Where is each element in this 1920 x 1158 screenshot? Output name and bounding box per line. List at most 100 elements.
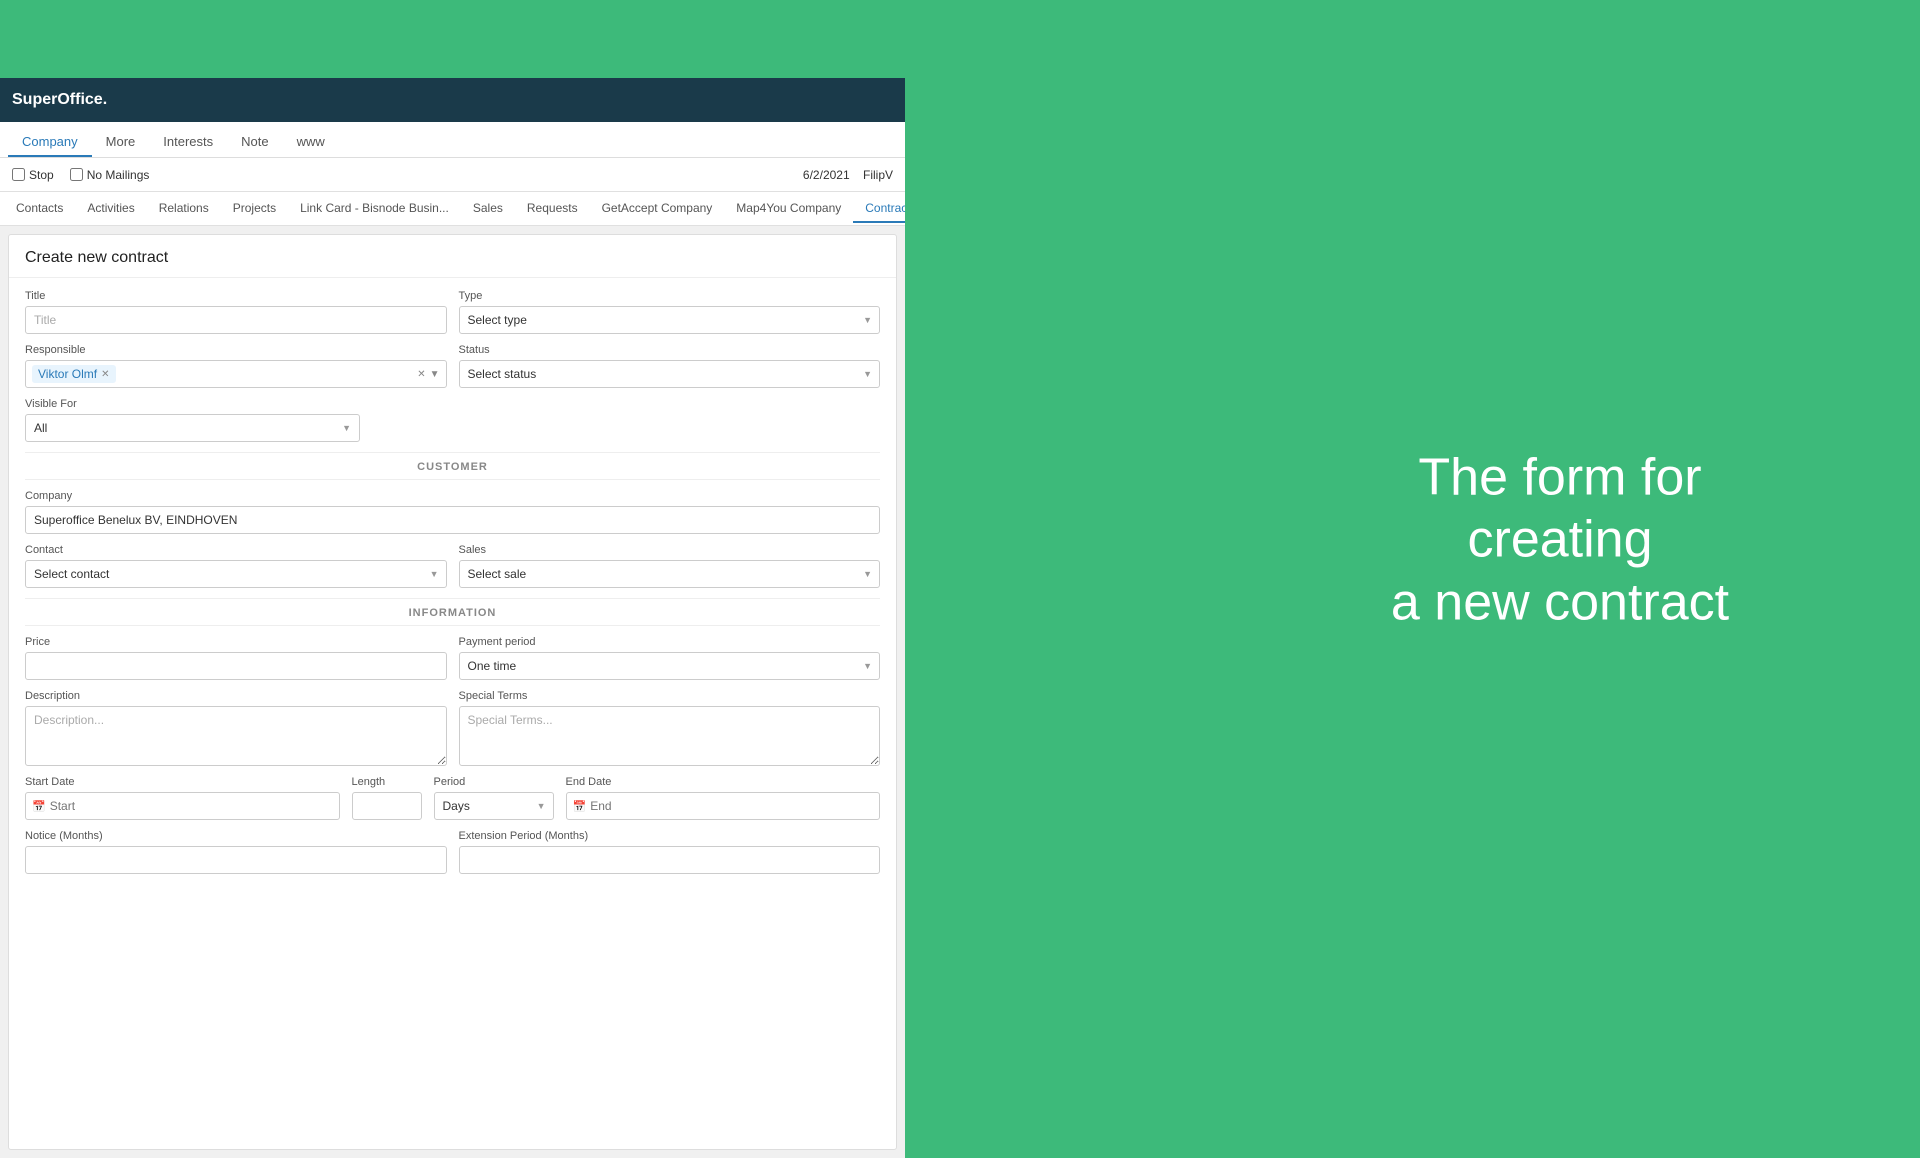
visible-for-label: Visible For: [25, 398, 360, 410]
nav-bar: Contacts Activities Relations Projects L…: [0, 192, 905, 226]
responsible-tag: Viktor Olmf ✕: [32, 365, 116, 383]
special-terms-textarea[interactable]: [459, 706, 881, 766]
responsible-actions: ✕ ▼: [417, 369, 439, 380]
visible-for-field[interactable]: All ▼: [25, 414, 360, 442]
start-date-input[interactable]: [50, 799, 333, 813]
price-label: Price: [25, 636, 447, 648]
tab-more[interactable]: More: [92, 128, 150, 157]
description-group: Description: [25, 690, 447, 766]
payment-period-label: Payment period: [459, 636, 881, 648]
nav-contacts[interactable]: Contacts: [4, 195, 75, 223]
tab-interests[interactable]: Interests: [149, 128, 227, 157]
tab-company[interactable]: Company: [8, 128, 92, 157]
end-date-field[interactable]: 📅: [566, 792, 881, 820]
notice-input[interactable]: 0: [25, 846, 447, 874]
nav-sales[interactable]: Sales: [461, 195, 515, 223]
bg-text-line2: a new contract: [1391, 573, 1729, 631]
period-group: Period Days: [434, 776, 554, 820]
price-group: Price 0: [25, 636, 447, 680]
responsible-status-row: Responsible Viktor Olmf ✕ ✕ ▼ Status: [25, 344, 880, 388]
no-mailings-checkbox-group: No Mailings: [70, 168, 150, 182]
contact-group: Contact Select contact: [25, 544, 447, 588]
type-select[interactable]: Select type: [459, 306, 881, 334]
company-group: Company Superoffice Benelux BV, EINDHOVE…: [25, 490, 880, 534]
responsible-field[interactable]: Viktor Olmf ✕ ✕ ▼: [25, 360, 447, 388]
description-textarea[interactable]: [25, 706, 447, 766]
responsible-remove-icon[interactable]: ✕: [101, 369, 109, 380]
payment-period-select[interactable]: One time: [459, 652, 881, 680]
information-section-header: INFORMATION: [25, 598, 880, 626]
contact-sales-row: Contact Select contact Sales Select sale: [25, 544, 880, 588]
tab-www[interactable]: www: [283, 128, 339, 157]
extension-period-input[interactable]: 0: [459, 846, 881, 874]
period-select[interactable]: Days: [434, 792, 554, 820]
end-date-group: End Date 📅: [566, 776, 881, 820]
status-select[interactable]: Select status: [459, 360, 881, 388]
company-row: Company Superoffice Benelux BV, EINDHOVE…: [25, 490, 880, 534]
responsible-label: Responsible: [25, 344, 447, 356]
contact-select[interactable]: Select contact: [25, 560, 447, 588]
visible-for-group: Visible For All ▼: [25, 398, 360, 442]
type-group: Type Select type: [459, 290, 881, 334]
responsible-clear-icon[interactable]: ✕: [417, 369, 425, 380]
company-field[interactable]: Superoffice Benelux BV, EINDHOVEN: [25, 506, 880, 534]
date-value: 6/2/2021: [803, 168, 850, 182]
no-mailings-label: No Mailings: [87, 168, 150, 182]
period-label: Period: [434, 776, 554, 788]
contact-select-wrap: Select contact: [25, 560, 447, 588]
nav-activities[interactable]: Activities: [75, 195, 146, 223]
title-input[interactable]: [25, 306, 447, 334]
title-label: Title: [25, 290, 447, 302]
status-select-wrap: Select status: [459, 360, 881, 388]
stop-label: Stop: [29, 168, 54, 182]
responsible-group: Responsible Viktor Olmf ✕ ✕ ▼: [25, 344, 447, 388]
stop-checkbox[interactable]: [12, 168, 25, 181]
notice-extension-row: Notice (Months) 0 Extension Period (Mont…: [25, 830, 880, 874]
form-area: Create new contract Title Type Select ty…: [8, 234, 897, 1150]
company-label: Company: [25, 490, 880, 502]
nav-getaccept[interactable]: GetAccept Company: [590, 195, 725, 223]
payment-period-group: Payment period One time: [459, 636, 881, 680]
nav-requests[interactable]: Requests: [515, 195, 590, 223]
main-window: SuperOffice. Company More Interests Note…: [0, 78, 905, 1158]
price-payment-row: Price 0 Payment period One time: [25, 636, 880, 680]
nav-relations[interactable]: Relations: [147, 195, 221, 223]
customer-section-header: CUSTOMER: [25, 452, 880, 480]
notice-group: Notice (Months) 0: [25, 830, 447, 874]
date-user-info: 6/2/2021 FilipV: [803, 168, 893, 182]
nav-contracts[interactable]: Contracts: [853, 195, 905, 223]
status-label: Status: [459, 344, 881, 356]
start-date-group: Start Date 📅: [25, 776, 340, 820]
status-group: Status Select status: [459, 344, 881, 388]
date-row: Start Date 📅 Length 0 Period Days: [25, 776, 880, 820]
form-title: Create new contract: [9, 235, 896, 278]
end-date-label: End Date: [566, 776, 881, 788]
form-body: Title Type Select type Responsible: [9, 278, 896, 896]
bg-text-line1: The form for creating: [1418, 448, 1701, 568]
payment-period-select-wrap: One time: [459, 652, 881, 680]
period-select-wrap: Days: [434, 792, 554, 820]
extension-period-label: Extension Period (Months): [459, 830, 881, 842]
sales-select-wrap: Select sale: [459, 560, 881, 588]
end-calendar-icon: 📅: [573, 800, 587, 813]
notice-label: Notice (Months): [25, 830, 447, 842]
company-value: Superoffice Benelux BV, EINDHOVEN: [34, 513, 237, 527]
start-date-label: Start Date: [25, 776, 340, 788]
stop-checkbox-group: Stop: [12, 168, 54, 182]
no-mailings-checkbox[interactable]: [70, 168, 83, 181]
tab-note[interactable]: Note: [227, 128, 282, 157]
length-input[interactable]: 0: [352, 792, 422, 820]
extension-period-group: Extension Period (Months) 0: [459, 830, 881, 874]
start-date-field[interactable]: 📅: [25, 792, 340, 820]
end-date-input[interactable]: [590, 799, 873, 813]
price-input[interactable]: 0: [25, 652, 447, 680]
responsible-dropdown-icon[interactable]: ▼: [430, 369, 440, 380]
nav-projects[interactable]: Projects: [221, 195, 288, 223]
nav-link-card[interactable]: Link Card - Bisnode Busin...: [288, 195, 461, 223]
nav-map4you[interactable]: Map4You Company: [724, 195, 853, 223]
start-calendar-icon: 📅: [32, 800, 46, 813]
sales-group: Sales Select sale: [459, 544, 881, 588]
app-logo: SuperOffice.: [12, 91, 107, 109]
sales-select[interactable]: Select sale: [459, 560, 881, 588]
length-group: Length 0: [352, 776, 422, 820]
